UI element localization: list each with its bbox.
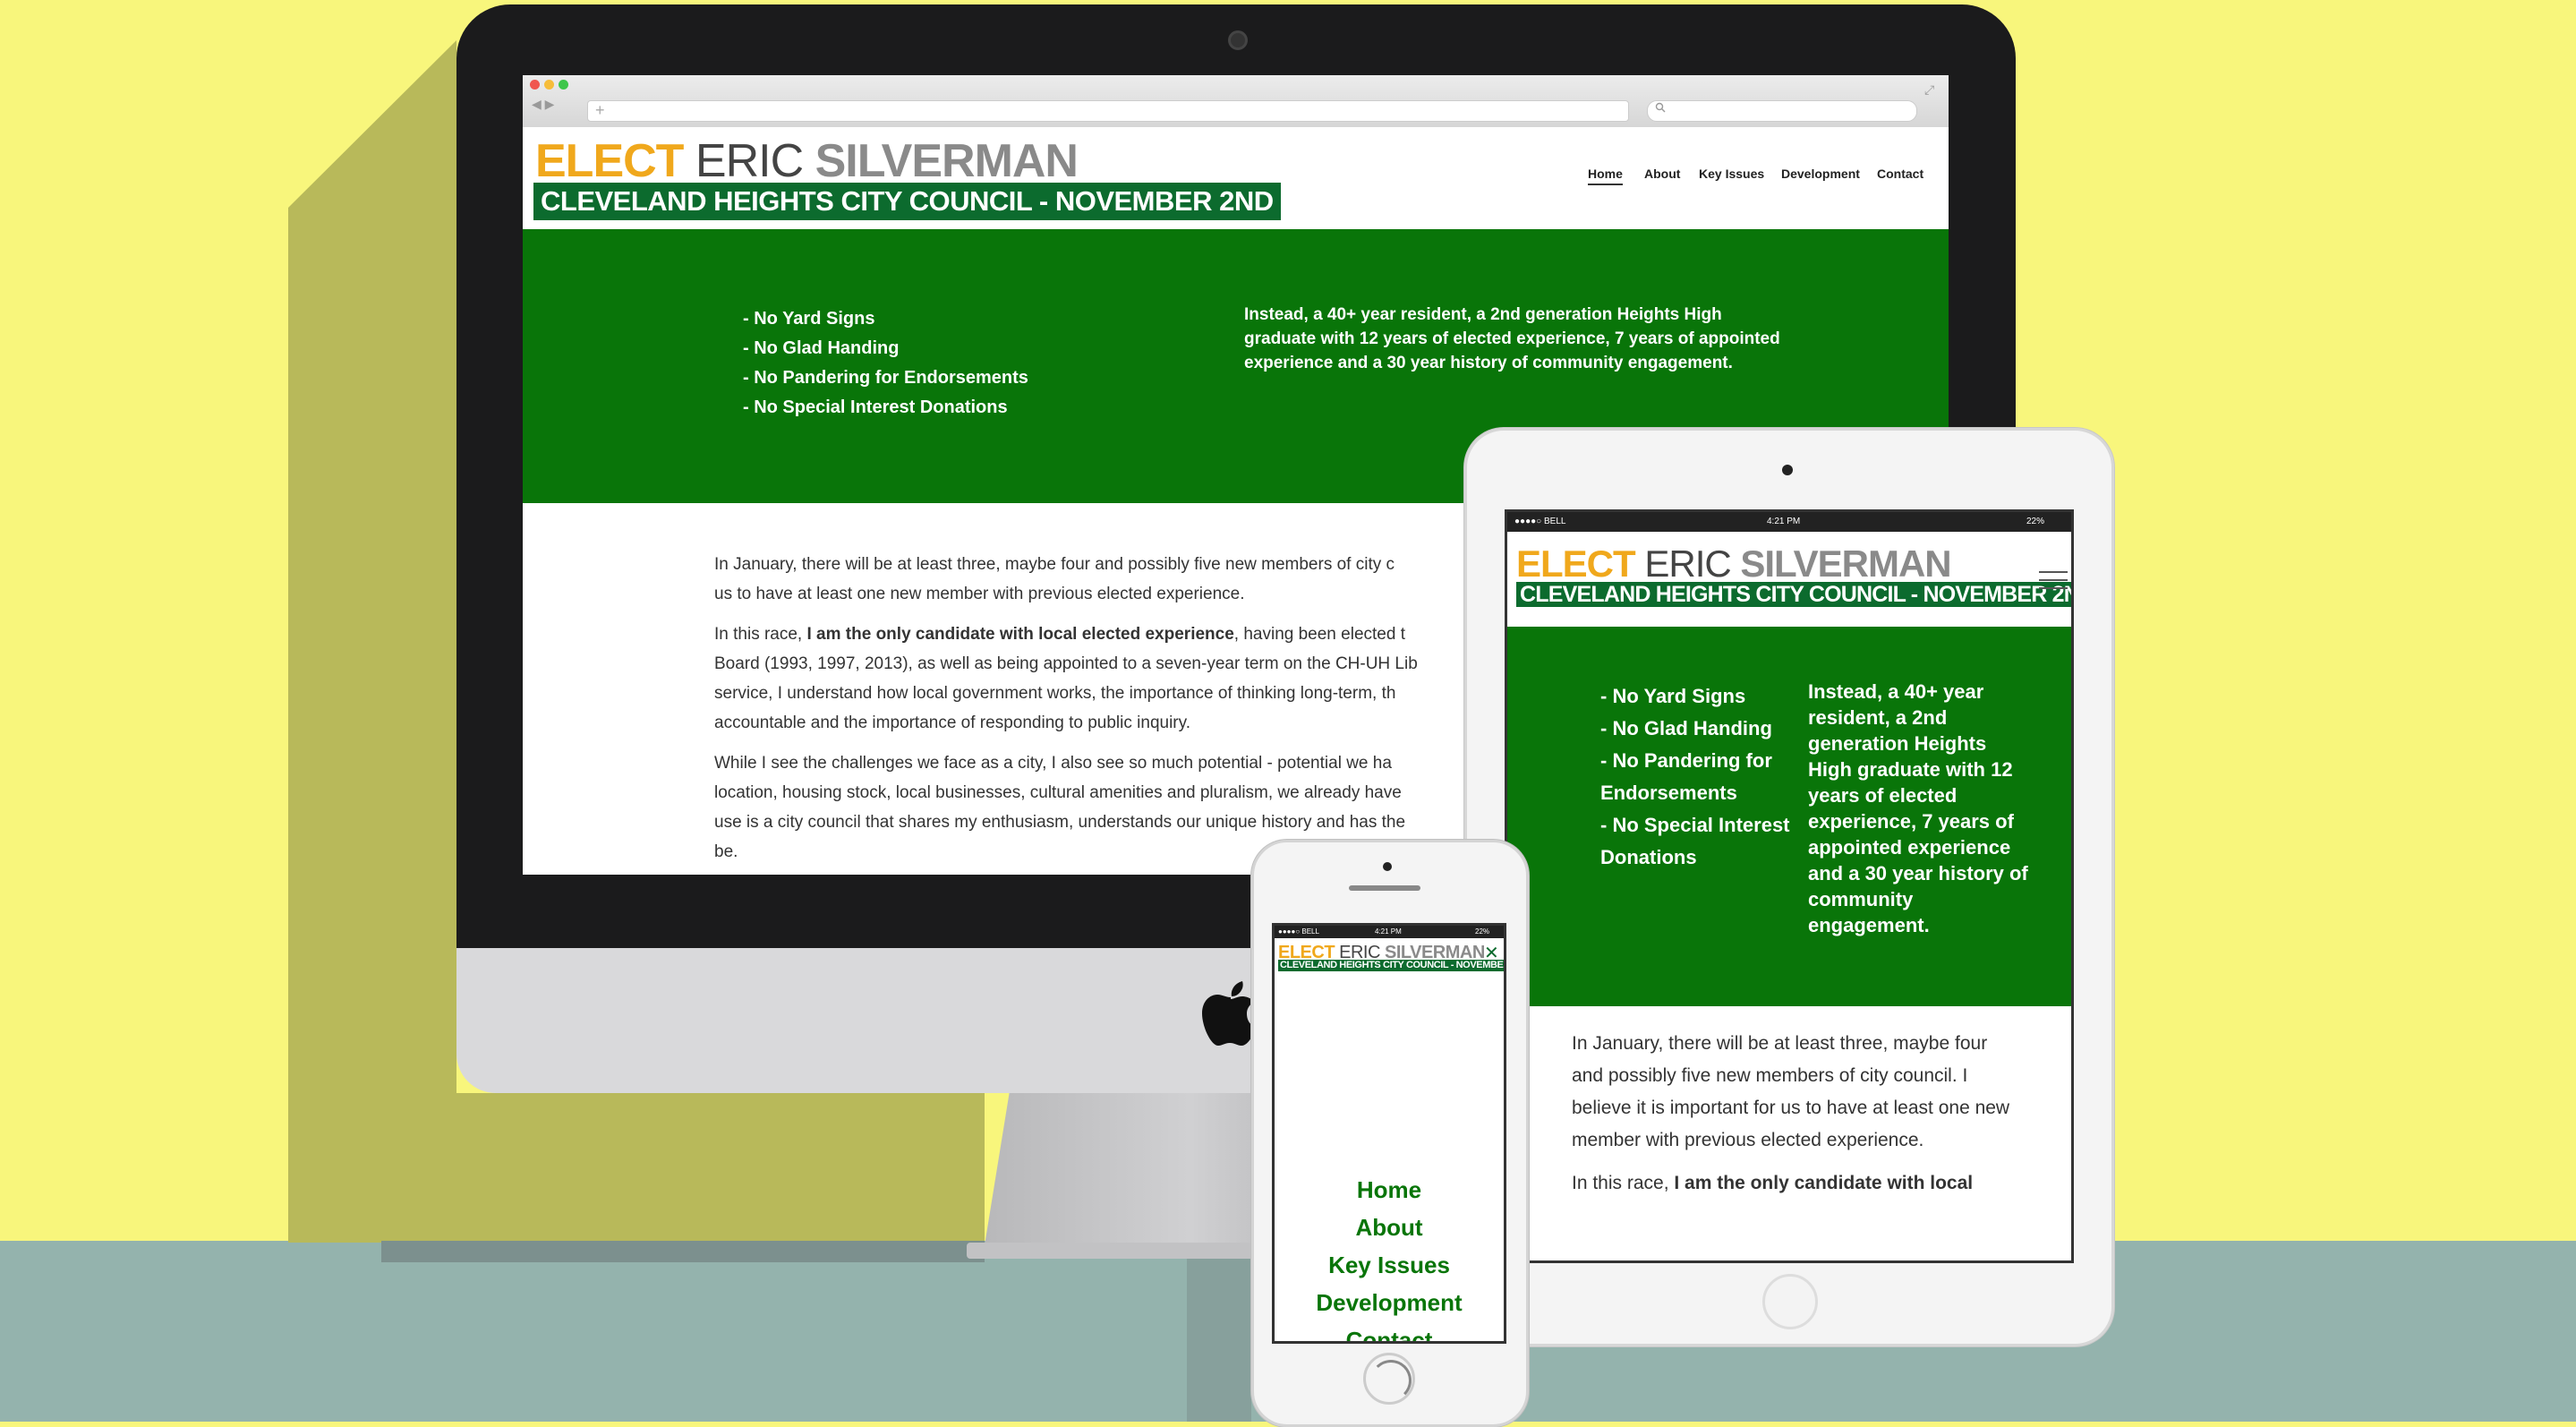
home-button[interactable] — [1762, 1274, 1818, 1329]
browser-search-input[interactable] — [1647, 100, 1917, 122]
logo-tagline: CLEVELAND HEIGHTS CITY COUNCIL - NOVEMBE… — [533, 183, 1281, 220]
list-item: - No Yard Signs — [743, 309, 875, 329]
close-icon[interactable]: ✕ — [1484, 942, 1499, 964]
text-line: use is a city council that shares my ent… — [714, 813, 1406, 832]
status-bar: ●●●●○ BELL 4:21 PM 22% — [1275, 926, 1504, 938]
logo-elect: ELECT — [1516, 543, 1636, 585]
fullscreen-icon[interactable]: ⤢ — [1924, 82, 1934, 98]
iphone-device: ●●●●○ BELL 4:21 PM 22% ELECT ERIC SILVER… — [1251, 840, 1529, 1427]
text-line: location, housing stock, local businesse… — [714, 783, 1402, 802]
text-line: While I see the challenges we face as a … — [714, 754, 1392, 773]
loading-spinner-icon — [1370, 1360, 1412, 1401]
close-window-button[interactable] — [530, 80, 540, 90]
text-line: be. — [714, 842, 738, 861]
nav-key-issues[interactable]: Key Issues — [1699, 167, 1764, 181]
site-header: ELECT ERIC SILVERMAN CLEVELAND HEIGHTS C… — [523, 127, 1949, 229]
nav-about[interactable]: About — [1644, 167, 1680, 181]
text-line: In this race, — [1572, 1173, 1675, 1193]
text-line: , having been elected t — [1233, 625, 1405, 644]
bold-claim: I am the only candidate with local elect… — [806, 625, 1234, 644]
logo-last-name: SILVERMAN — [815, 135, 1079, 187]
hero-statement: Instead, a 40+ year resident, a 2nd gene… — [1244, 305, 1780, 372]
nav-home[interactable]: Home — [1588, 167, 1623, 185]
camera-icon — [1383, 862, 1392, 871]
mobile-menu: Home About Key Issues Development Contac… — [1275, 1171, 1504, 1341]
menu-item-about[interactable]: About — [1275, 1209, 1504, 1246]
text-line: Board (1993, 1997, 2013), as well as bei… — [714, 654, 1418, 673]
zoom-window-button[interactable] — [559, 80, 568, 90]
hamburger-menu-icon[interactable] — [2039, 571, 2068, 595]
body-copy: In January, there will be at least three… — [1572, 1028, 2019, 1210]
status-carrier: ●●●●○ BELL — [1278, 927, 1319, 936]
status-time: 4:21 PM — [1375, 927, 1402, 936]
list-item: - No Pandering for Endorsements — [1600, 749, 1772, 804]
hero-section: - No Yard Signs - No Glad Handing - No P… — [1507, 627, 2071, 1006]
logo-tagline: CLEVELAND HEIGHTS CITY COUNCIL - NOVEMBE… — [1278, 960, 1504, 971]
speaker-grille — [1349, 885, 1420, 891]
paragraph-2: In this race, I am the only candidate wi… — [1572, 1167, 2019, 1200]
logo-elect: ELECT — [535, 135, 684, 187]
status-carrier: ●●●●○ BELL — [1514, 517, 1566, 526]
list-item: - No Yard Signs — [1600, 685, 1746, 707]
tablet-screen: ●●●●○ BELL 4:21 PM 22% ELECT ERIC SILVER… — [1505, 509, 2074, 1263]
list-item: - No Special Interest Donations — [1600, 814, 1790, 868]
text-line: us to have at least one new member with … — [714, 585, 1245, 603]
browser-chrome: ◀ ▶ + ⤢ — [523, 75, 1949, 128]
list-item: - No Pandering for Endorsements — [743, 368, 1028, 388]
status-time: 4:21 PM — [1767, 517, 1801, 526]
text-line: In January, there will be at least three… — [714, 555, 1395, 574]
menu-item-home[interactable]: Home — [1275, 1171, 1504, 1209]
status-battery: 22% — [2026, 517, 2045, 526]
paragraph-1: In January, there will be at least three… — [1572, 1033, 2010, 1150]
logo-last-name: SILVERMAN — [1740, 543, 1951, 585]
search-icon — [1655, 102, 1666, 113]
new-tab-plus-icon[interactable]: + — [595, 101, 605, 120]
menu-item-key-issues[interactable]: Key Issues — [1275, 1246, 1504, 1284]
site-logo[interactable]: ELECT ERIC SILVERMAN — [1516, 543, 1952, 585]
ipad-device: ●●●●○ BELL 4:21 PM 22% ELECT ERIC SILVER… — [1464, 428, 2114, 1346]
menu-item-contact[interactable]: Contact — [1275, 1321, 1504, 1341]
list-item: - No Glad Handing — [1600, 717, 1772, 739]
nav-development[interactable]: Development — [1781, 167, 1860, 181]
back-forward-icon[interactable]: ◀ ▶ — [532, 97, 582, 118]
menu-item-development[interactable]: Development — [1275, 1284, 1504, 1321]
list-item: - No Special Interest Donations — [743, 397, 1008, 417]
address-bar[interactable]: + — [587, 100, 1629, 122]
hero-no-list: - No Yard Signs - No Glad Handing - No P… — [743, 304, 1028, 423]
status-battery: 22% — [1475, 927, 1490, 936]
camera-icon — [1782, 465, 1793, 475]
camera-icon — [1228, 30, 1248, 50]
bold-claim: I am the only candidate with local — [1674, 1173, 1974, 1193]
text-line: accountable and the importance of respon… — [714, 714, 1190, 732]
site-logo[interactable]: ELECT ERIC SILVERMAN — [535, 134, 1079, 188]
nav-contact[interactable]: Contact — [1877, 167, 1923, 181]
list-item: - No Glad Handing — [743, 338, 900, 358]
phone-screen: ●●●●○ BELL 4:21 PM 22% ELECT ERIC SILVER… — [1272, 923, 1506, 1344]
logo-tagline: CLEVELAND HEIGHTS CITY COUNCIL - NOVEMBE… — [1516, 582, 2071, 607]
hero-statement: Instead, a 40+ year resident, a 2nd gene… — [1808, 680, 2028, 936]
logo-first-name: ERIC — [695, 135, 804, 187]
text-line: In this race, — [714, 625, 807, 644]
hero-no-list: - No Yard Signs - No Glad Handing - No P… — [1600, 680, 1797, 874]
minimize-window-button[interactable] — [544, 80, 554, 90]
text-line: service, I understand how local governme… — [714, 684, 1396, 703]
logo-first-name: ERIC — [1644, 543, 1731, 585]
status-bar: ●●●●○ BELL 4:21 PM 22% — [1507, 512, 2071, 532]
